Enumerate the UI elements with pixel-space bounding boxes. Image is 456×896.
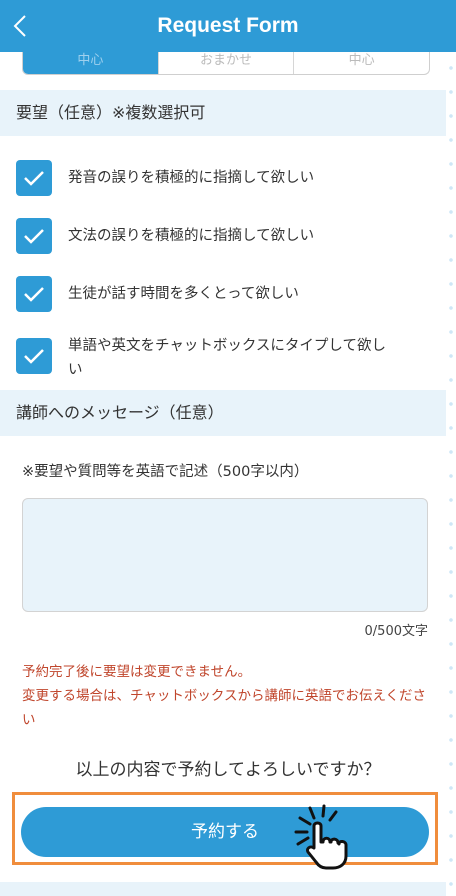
bottom-section-band — [0, 882, 446, 896]
confirm-question: 以上の内容で予約してよろしいですか？ — [75, 760, 381, 780]
message-textarea[interactable] — [22, 498, 428, 612]
request-option-label: 発音の誤りを積極的に指摘して欲しい — [68, 170, 315, 186]
request-option-1[interactable]: 発音の誤りを積極的に指摘して欲しい — [16, 160, 398, 196]
request-option-3[interactable]: 生徒が話す時間を多くとって欲しい — [16, 276, 398, 312]
request-option-label: 文法の誤りを積極的に指摘して欲しい — [68, 228, 315, 244]
warning-text: 予約完了後に要望は変更できません。 変更する場合は、チャットボックスから講師に英… — [22, 664, 427, 728]
checkbox-checked[interactable] — [16, 160, 52, 196]
message-section-title: 講師へのメッセージ（任意） — [0, 390, 446, 436]
segment-option-2[interactable]: おまかせ — [157, 52, 294, 74]
header-bar: Request Form — [0, 0, 456, 52]
checkmark-icon — [24, 349, 44, 364]
request-option-label: 生徒が話す時間を多くとって欲しい — [68, 286, 299, 302]
request-option-label: 単語や英文をチャットボックスにタイプして欲しい — [68, 338, 386, 378]
checkbox-checked[interactable] — [16, 276, 52, 312]
tap-hand-icon — [294, 804, 348, 870]
character-counter: 0/500文字 — [364, 624, 428, 639]
segmented-control: 中心 おまかせ 中心 — [22, 52, 430, 75]
page-title: Request Form — [157, 14, 299, 37]
reserve-button[interactable]: 予約する — [21, 807, 429, 857]
requests-section-title: 要望（任意）※複数選択可 — [0, 90, 446, 136]
checkmark-icon — [24, 171, 44, 186]
checkmark-icon — [24, 287, 44, 302]
checkbox-checked[interactable] — [16, 338, 52, 374]
checkmark-icon — [24, 229, 44, 244]
segment-option-3[interactable]: 中心 — [293, 52, 429, 74]
segment-option-1[interactable]: 中心 — [23, 52, 158, 74]
message-hint: ※要望や質問等を英語で記述（500字以内） — [22, 464, 309, 480]
request-option-2[interactable]: 文法の誤りを積極的に指摘して欲しい — [16, 218, 398, 254]
request-option-4[interactable]: 単語や英文をチャットボックスにタイプして欲しい — [16, 334, 398, 382]
checkbox-checked[interactable] — [16, 218, 52, 254]
